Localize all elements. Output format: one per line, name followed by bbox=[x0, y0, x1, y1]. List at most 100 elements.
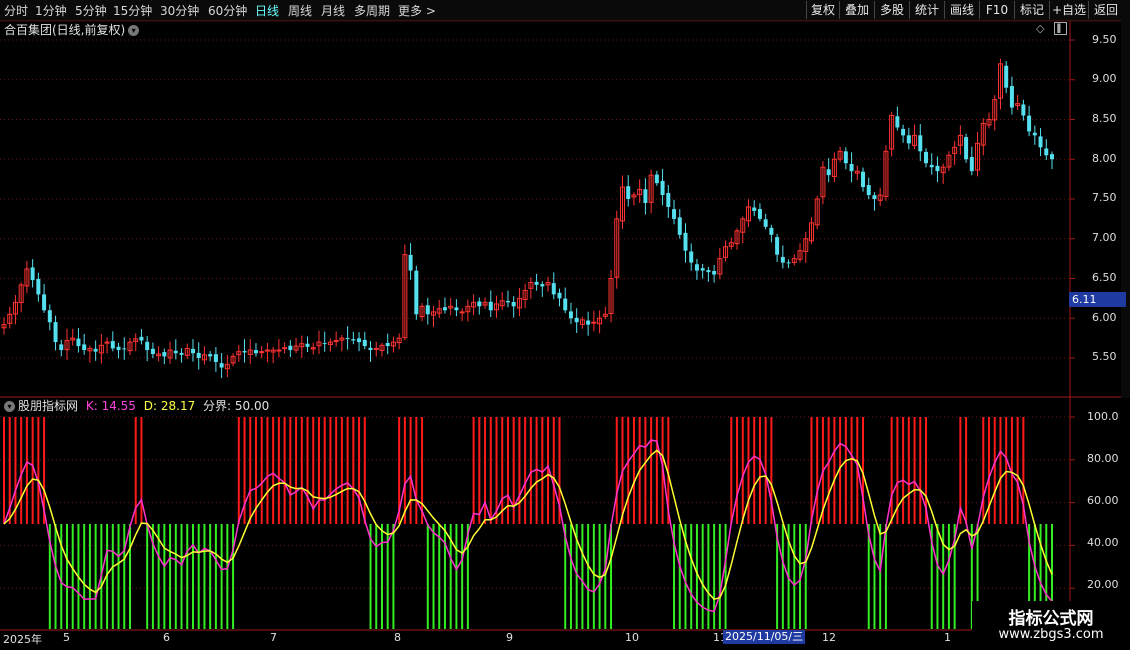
candle-body-down bbox=[357, 338, 362, 343]
date-label: 10 bbox=[625, 631, 639, 644]
chevron-down-icon[interactable]: ▾ bbox=[128, 25, 140, 36]
candle-body-down bbox=[672, 209, 677, 219]
watermark: 指标公式网 www.zbgs3.com bbox=[972, 601, 1130, 650]
candle-body-up bbox=[459, 311, 465, 314]
candle-body-down bbox=[906, 135, 911, 144]
candle-body-down bbox=[305, 343, 310, 347]
candle-body-down bbox=[752, 207, 757, 211]
candle-body-down bbox=[477, 301, 482, 307]
candle-body-down bbox=[322, 343, 327, 345]
candle-body-down bbox=[1004, 65, 1009, 88]
price-label: 8.00 bbox=[1092, 152, 1117, 165]
candle-body-down bbox=[654, 174, 659, 184]
price-label: 9.00 bbox=[1092, 72, 1117, 85]
k-value: K: 14.55 bbox=[85, 399, 136, 413]
price-label: 5.50 bbox=[1092, 350, 1117, 363]
watermark-url: www.zbgs3.com bbox=[998, 627, 1104, 642]
candle-body-down bbox=[190, 348, 195, 354]
candle-body-down bbox=[488, 301, 493, 311]
candle-body-down bbox=[1050, 154, 1054, 160]
candle-body-down bbox=[540, 284, 545, 287]
candle-body-up bbox=[259, 351, 265, 354]
chevron-down-icon[interactable]: ▾ bbox=[4, 401, 15, 412]
candle-body-down bbox=[918, 135, 923, 152]
diamond-icon[interactable]: ◇ bbox=[1036, 22, 1044, 35]
candle-body-down bbox=[368, 347, 373, 351]
candle-body-down bbox=[763, 219, 768, 227]
price-label: 7.00 bbox=[1092, 231, 1117, 244]
candle-body-down bbox=[93, 348, 98, 352]
candle-body-down bbox=[551, 283, 556, 295]
price-label: 9.50 bbox=[1092, 33, 1117, 46]
candle-body-down bbox=[213, 354, 218, 362]
candle-body-down bbox=[660, 180, 665, 196]
price-label: 8.50 bbox=[1092, 112, 1117, 125]
candle-body-down bbox=[712, 271, 717, 275]
candle-body-down bbox=[53, 322, 58, 343]
candle-body-down bbox=[162, 352, 167, 357]
candle-body-down bbox=[196, 352, 201, 358]
candle-body-down bbox=[895, 116, 900, 128]
boundary-value: 分界: 50.00 bbox=[203, 399, 270, 413]
candle-body-down bbox=[208, 354, 213, 357]
candle-body-down bbox=[786, 262, 791, 264]
panel-toggle-icon[interactable]: ▌ bbox=[1054, 22, 1067, 35]
candle-body-down bbox=[964, 137, 969, 160]
candle-body-down bbox=[145, 341, 150, 351]
candle-body-down bbox=[706, 270, 711, 273]
date-label: 2025年 bbox=[3, 633, 42, 646]
candle-body-down bbox=[110, 341, 115, 349]
d-line bbox=[3, 449, 1053, 601]
candle-body-up bbox=[104, 341, 110, 344]
candle-body-up bbox=[373, 347, 379, 350]
candle-body-down bbox=[173, 350, 178, 354]
k-line bbox=[3, 439, 1053, 613]
side-info-strip[interactable] bbox=[1121, 20, 1130, 398]
candle-body-up bbox=[282, 347, 288, 350]
candle-body-down bbox=[454, 307, 459, 311]
candle-body-down bbox=[139, 336, 144, 341]
candle-body-down bbox=[1021, 104, 1026, 116]
date-label: 5 bbox=[63, 631, 70, 644]
stock-title-text: 合百集团(日线,前复权) bbox=[4, 23, 126, 37]
candle-body-down bbox=[1032, 132, 1037, 136]
candle-body-down bbox=[362, 339, 367, 347]
candle-body-down bbox=[345, 338, 350, 340]
candle-body-down bbox=[849, 163, 854, 172]
candle-body-down bbox=[30, 267, 35, 281]
date-label: 8 bbox=[394, 631, 401, 644]
price-label: 6.50 bbox=[1092, 271, 1117, 284]
candle-body-down bbox=[425, 305, 430, 315]
candle-body-down bbox=[59, 344, 64, 351]
candle-body-down bbox=[47, 310, 52, 323]
candle-body-down bbox=[861, 171, 866, 188]
candle-body-down bbox=[700, 268, 705, 271]
candle-body-down bbox=[1044, 148, 1049, 156]
candle-body-down bbox=[929, 164, 934, 168]
candle-body-down bbox=[36, 278, 41, 295]
candle-body-down bbox=[775, 237, 780, 255]
candle-body-down bbox=[866, 185, 871, 196]
candle-body-down bbox=[557, 292, 562, 299]
indicator-axis-label: 100.0 bbox=[1087, 410, 1119, 423]
candle-body-down bbox=[843, 151, 848, 164]
candle-body-down bbox=[351, 339, 356, 341]
candle-body-down bbox=[219, 363, 224, 368]
price-label: 7.50 bbox=[1092, 191, 1117, 204]
candle-body-up bbox=[264, 349, 270, 352]
date-label: 1 bbox=[944, 631, 951, 644]
candle-body-down bbox=[643, 189, 648, 203]
candle-body-down bbox=[969, 157, 974, 172]
candle-body-down bbox=[826, 169, 831, 176]
candle-body-down bbox=[534, 281, 539, 285]
watermark-title: 指标公式网 bbox=[1008, 609, 1094, 629]
indicator-title: ▾ 股朋指标网 K: 14.55 D: 28.17 分界: 50.00 bbox=[4, 397, 269, 414]
candle-body-down bbox=[780, 256, 785, 263]
chart-canvas[interactable] bbox=[0, 0, 1130, 650]
date-label: 9 bbox=[506, 631, 513, 644]
candle-body-down bbox=[179, 352, 184, 355]
candle-body-up bbox=[276, 349, 282, 352]
candle-body-down bbox=[122, 348, 127, 350]
candle-body-down bbox=[586, 320, 591, 325]
candle-body-down bbox=[385, 342, 390, 347]
